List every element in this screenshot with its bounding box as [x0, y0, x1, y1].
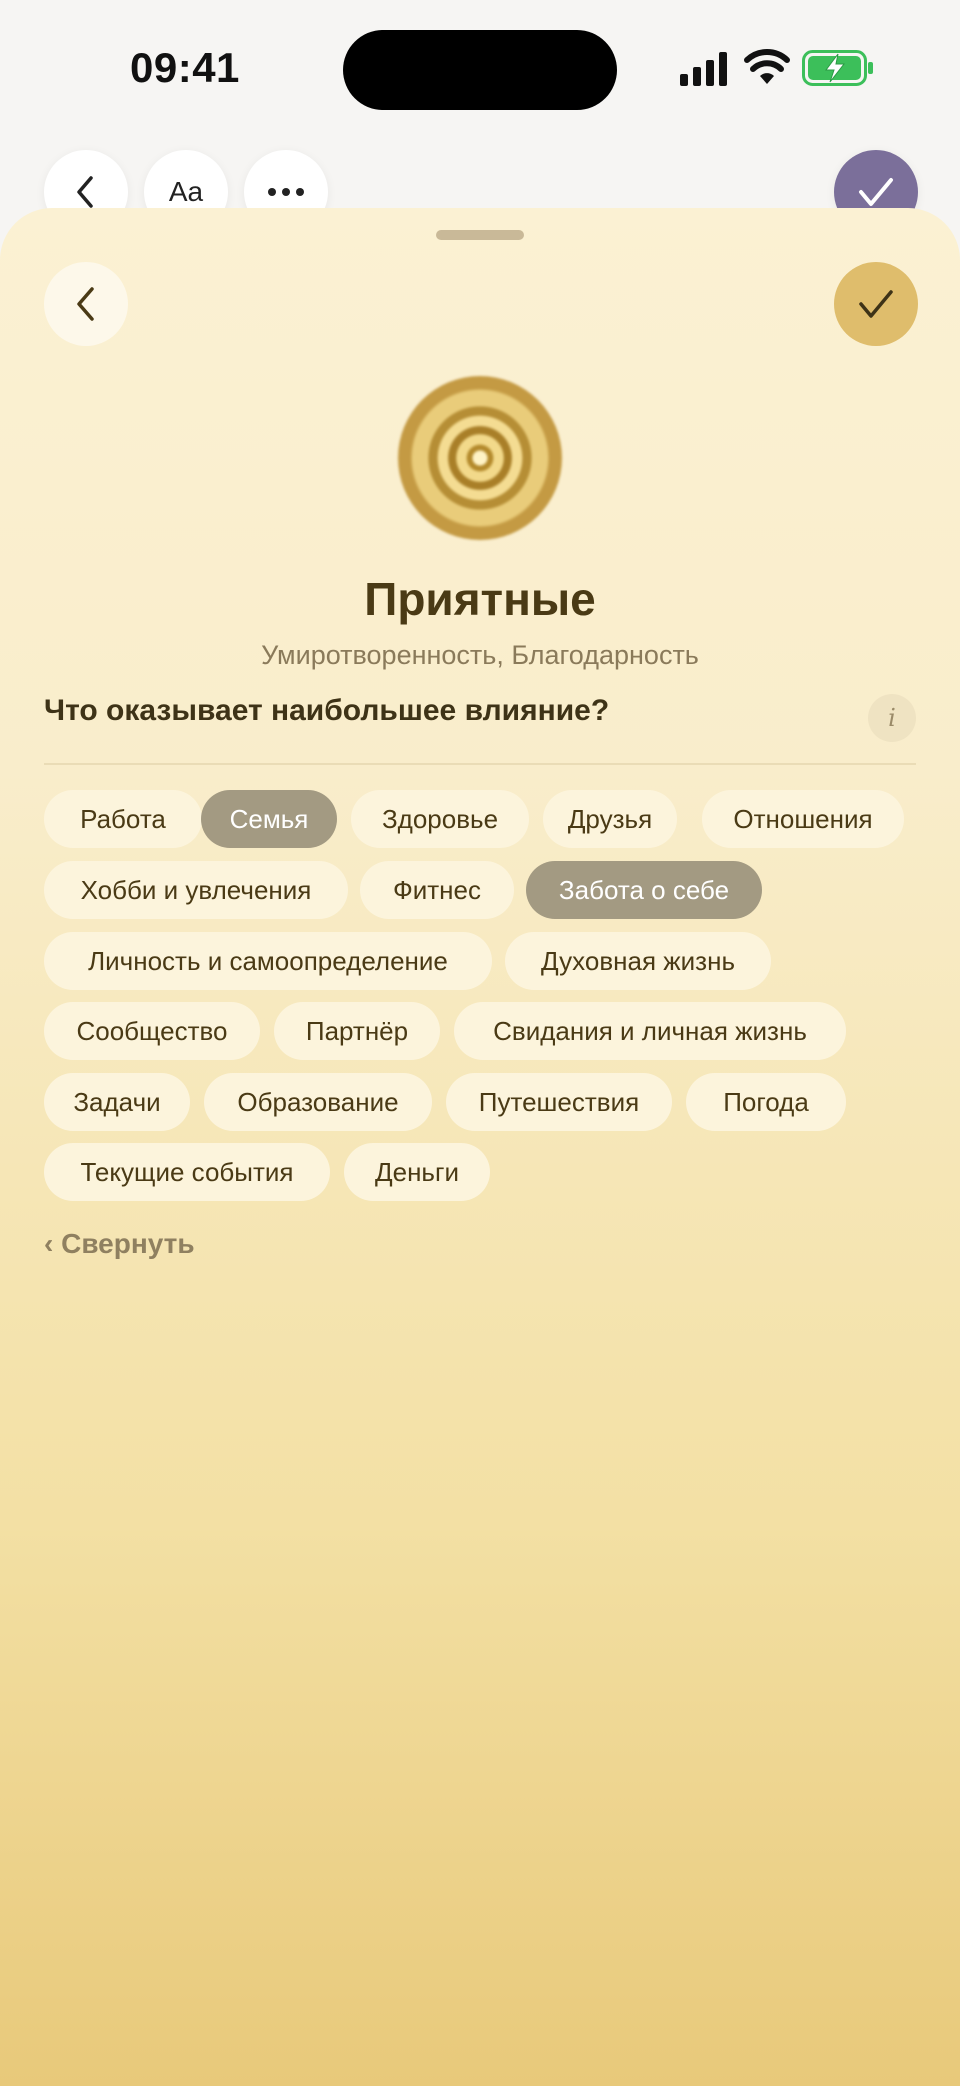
chip-partner[interactable]: Партнёр [274, 1002, 440, 1060]
chip-label: Семья [229, 803, 309, 834]
mood-orb-icon [398, 376, 562, 540]
chip-hobbies[interactable]: Хобби и увлечения [44, 861, 348, 919]
chip-label: Друзья [567, 803, 653, 834]
screen: 09:41 Aa Приятные Умиротворенность, Благ… [0, 0, 960, 2086]
chip-health[interactable]: Здоровье [351, 790, 529, 848]
chip-friends[interactable]: Друзья [543, 790, 677, 848]
chip-label: Свидания и личная жизнь [493, 1015, 807, 1046]
influence-question: Что оказывает наибольшее влияние? [44, 694, 610, 727]
chip-label: Путешествия [478, 1086, 640, 1117]
back-button[interactable] [44, 262, 128, 346]
info-icon: i [888, 704, 896, 732]
chip-work[interactable]: Работа [44, 790, 202, 848]
checkmark-icon [859, 178, 893, 206]
chip-family[interactable]: Семья [201, 790, 337, 848]
battery-charging-icon [802, 50, 873, 86]
chip-label: Фитнес [392, 874, 482, 905]
chip-label: Деньги [375, 1156, 459, 1187]
ellipsis-icon [268, 188, 304, 196]
chip-community[interactable]: Сообщество [44, 1002, 260, 1060]
chip-fitness[interactable]: Фитнес [360, 861, 514, 919]
chip-relationships[interactable]: Отношения [702, 790, 904, 848]
chip-self-care[interactable]: Забота о себе [526, 861, 762, 919]
chip-label: Хобби и увлечения [80, 874, 312, 905]
status-bar: 09:41 [0, 0, 960, 140]
chip-label: Сообщество [76, 1015, 228, 1046]
confirm-button[interactable] [834, 262, 918, 346]
chip-label: Погода [723, 1086, 809, 1117]
chip-current-events[interactable]: Текущие события [44, 1143, 330, 1201]
chip-identity[interactable]: Личность и самоопределение [44, 932, 492, 990]
chip-label: Забота о себе [558, 874, 730, 905]
chip-spirituality[interactable]: Духовная жизнь [505, 932, 771, 990]
chip-label: Личность и самоопределение [88, 945, 448, 976]
mood-subtitle: Умиротворенность, Благодарность [261, 640, 699, 670]
cellular-signal-icon [680, 52, 727, 86]
chip-label: Здоровье [381, 803, 499, 834]
chip-dating[interactable]: Свидания и личная жизнь [454, 1002, 846, 1060]
emotion-sheet: Приятные Умиротворенность, Благодарность… [0, 208, 960, 2086]
mood-title: Приятные [364, 573, 596, 625]
chip-tasks[interactable]: Задачи [44, 1073, 190, 1131]
checkmark-icon [859, 290, 893, 318]
chevron-left-icon [77, 287, 94, 321]
chip-label: Задачи [73, 1086, 161, 1117]
chip-travel[interactable]: Путешествия [446, 1073, 672, 1131]
chevron-left-icon [77, 176, 93, 208]
dynamic-island [343, 30, 617, 110]
sheet-grabber[interactable] [436, 230, 524, 240]
chip-label: Работа [80, 803, 166, 834]
chip-education[interactable]: Образование [204, 1073, 432, 1131]
chip-label: Образование [237, 1086, 399, 1117]
info-button[interactable]: i [868, 694, 916, 742]
chip-money[interactable]: Деньги [344, 1143, 490, 1201]
wifi-icon [744, 49, 790, 84]
chip-weather[interactable]: Погода [686, 1073, 846, 1131]
chip-label: Партнёр [305, 1015, 409, 1046]
chip-label: Текущие события [80, 1156, 294, 1187]
chip-label: Духовная жизнь [540, 945, 736, 976]
chip-label: Отношения [733, 803, 873, 834]
divider [44, 763, 916, 765]
status-time: 09:41 [130, 44, 240, 91]
font-button-label: Aa [168, 176, 204, 207]
collapse-link[interactable]: ‹ Свернуть [44, 1228, 195, 1260]
